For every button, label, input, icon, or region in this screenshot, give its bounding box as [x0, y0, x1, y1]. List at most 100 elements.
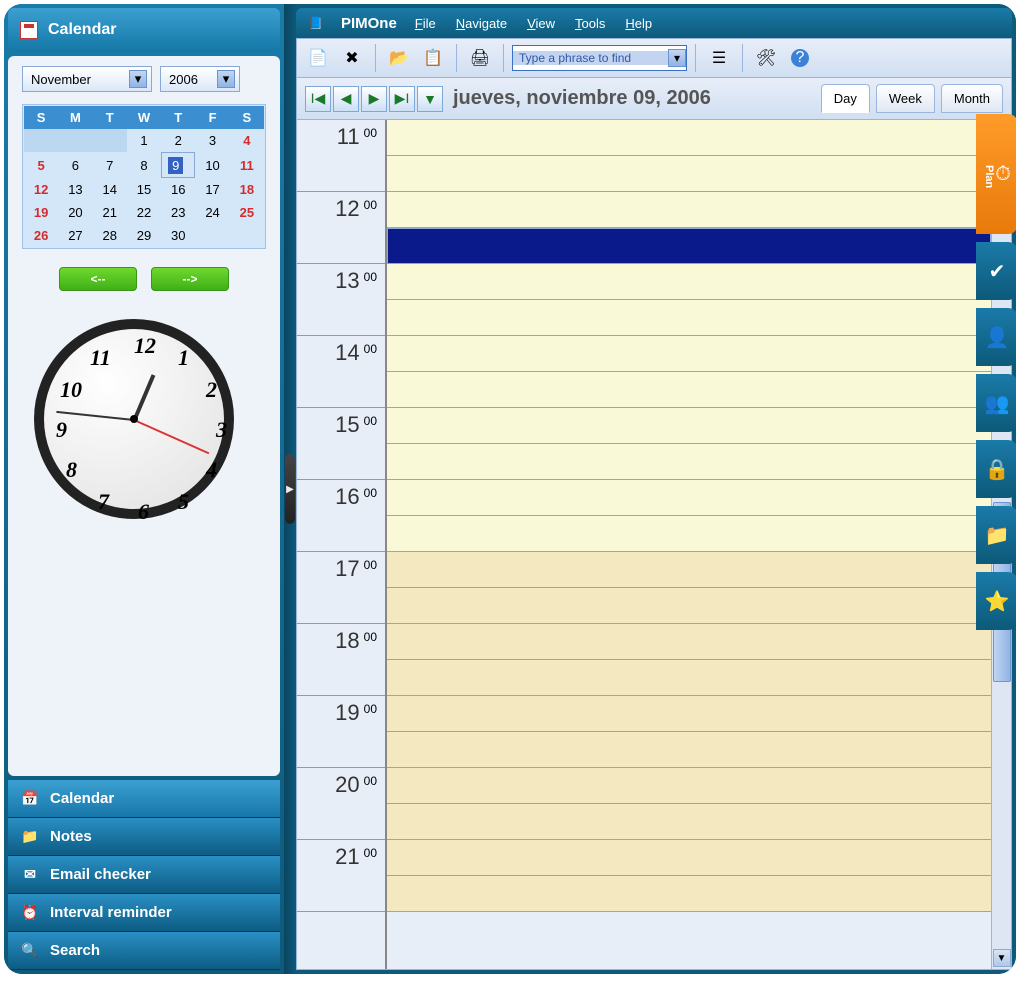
cal-day[interactable]: 21 [93, 201, 127, 224]
prev-button[interactable]: ◀ [333, 86, 359, 112]
cal-day[interactable]: 23 [161, 201, 195, 224]
time-slot[interactable] [387, 696, 991, 732]
cal-day[interactable]: 19 [24, 201, 58, 224]
time-slot[interactable] [387, 552, 991, 588]
cal-day[interactable]: 9 [161, 152, 195, 178]
side-tab-contacts[interactable]: 👤 [976, 308, 1016, 366]
sidebar-item-calendar[interactable]: 📅Calendar [8, 780, 280, 818]
print-button[interactable]: 🖨 [465, 43, 495, 73]
side-tab-plan[interactable]: ⏱Plan [976, 114, 1016, 234]
side-tab-favorites[interactable]: ⭐ [976, 572, 1016, 630]
sidebar-item-interval-reminder[interactable]: ⏰Interval reminder [8, 894, 280, 932]
cal-day[interactable]: 17 [195, 178, 229, 201]
time-slot[interactable] [387, 336, 991, 372]
time-slot[interactable] [387, 372, 991, 408]
chevron-down-icon[interactable]: ▾ [129, 70, 147, 88]
date-text: jueves, noviembre 09, 2006 [453, 87, 711, 110]
delete-button[interactable]: ✖ [337, 43, 367, 73]
cal-day[interactable]: 16 [161, 178, 195, 201]
tab-day[interactable]: Day [821, 84, 870, 113]
cal-day[interactable]: 7 [93, 152, 127, 178]
cal-day[interactable]: 3 [195, 129, 229, 152]
last-button[interactable]: ▶I [389, 86, 415, 112]
time-slot[interactable] [387, 156, 991, 192]
cal-day[interactable]: 18 [230, 178, 264, 201]
chevron-down-icon[interactable]: ▾ [217, 70, 235, 88]
cal-day[interactable]: 6 [58, 152, 92, 178]
time-slot[interactable] [387, 300, 991, 336]
splitter-handle[interactable]: ▶ [285, 454, 295, 524]
copy-button[interactable]: 📋 [418, 43, 448, 73]
time-slot[interactable] [387, 588, 991, 624]
side-tab-tasks[interactable]: ✔ [976, 242, 1016, 300]
time-label: 1500 [297, 408, 385, 480]
search-dropdown-button[interactable]: ▾ [668, 49, 686, 67]
time-label: 1900 [297, 696, 385, 768]
cal-day[interactable]: 13 [58, 178, 92, 201]
cal-day[interactable]: 8 [127, 152, 161, 178]
cal-day[interactable]: 11 [230, 152, 264, 178]
sidebar-item-notes[interactable]: 📁Notes [8, 818, 280, 856]
time-slot[interactable] [387, 444, 991, 480]
splitter[interactable]: ▶ [284, 4, 296, 974]
list-button[interactable]: ☰ [704, 43, 734, 73]
cal-day[interactable]: 4 [230, 129, 264, 152]
menu-navigate[interactable]: Navigate [456, 16, 507, 31]
cal-day[interactable]: 22 [127, 201, 161, 224]
filter-button[interactable]: ▼ [417, 86, 443, 112]
cal-day[interactable]: 25 [230, 201, 264, 224]
cal-day[interactable]: 5 [24, 152, 58, 178]
time-slot[interactable] [387, 120, 991, 156]
time-slot[interactable] [387, 732, 991, 768]
next-button[interactable]: ▶ [361, 86, 387, 112]
side-tab-secure[interactable]: 🔒 [976, 440, 1016, 498]
help-button[interactable]: ? [785, 43, 815, 73]
cal-day[interactable]: 12 [24, 178, 58, 201]
first-button[interactable]: I◀ [305, 86, 331, 112]
time-slot[interactable] [387, 264, 991, 300]
cal-day[interactable]: 27 [58, 224, 92, 247]
time-slot[interactable] [387, 228, 991, 264]
time-slot[interactable] [387, 660, 991, 696]
prev-month-button[interactable]: <-- [59, 267, 137, 291]
sidebar-item-search[interactable]: 🔍Search [8, 932, 280, 970]
menu-file[interactable]: File [415, 16, 436, 31]
new-doc-button[interactable]: 📄 [303, 43, 333, 73]
time-slot[interactable] [387, 408, 991, 444]
time-slot[interactable] [387, 192, 991, 228]
open-button[interactable]: 📂 [384, 43, 414, 73]
side-tab-folder[interactable]: 📁 [976, 506, 1016, 564]
cal-day[interactable]: 20 [58, 201, 92, 224]
time-slot[interactable] [387, 804, 991, 840]
menu-tools[interactable]: Tools [575, 16, 605, 31]
tab-month[interactable]: Month [941, 84, 1003, 113]
sidebar-item-email-checker[interactable]: ✉Email checker [8, 856, 280, 894]
tab-week[interactable]: Week [876, 84, 935, 113]
time-slot[interactable] [387, 876, 991, 912]
month-select[interactable]: November ▾ [22, 66, 152, 92]
next-month-button[interactable]: --> [151, 267, 229, 291]
time-slot[interactable] [387, 624, 991, 660]
cal-day[interactable]: 14 [93, 178, 127, 201]
cal-day[interactable]: 2 [161, 129, 195, 152]
cal-day[interactable]: 26 [24, 224, 58, 247]
side-tab-people[interactable]: 👥 [976, 374, 1016, 432]
menu-help[interactable]: Help [625, 16, 652, 31]
menu-view[interactable]: View [527, 16, 555, 31]
time-slot[interactable] [387, 480, 991, 516]
time-slot[interactable] [387, 840, 991, 876]
cal-day[interactable]: 24 [195, 201, 229, 224]
cal-day[interactable]: 28 [93, 224, 127, 247]
options-button[interactable]: 🛠 [751, 43, 781, 73]
cal-day[interactable]: 1 [127, 129, 161, 152]
cal-day[interactable]: 15 [127, 178, 161, 201]
search-input[interactable] [513, 51, 668, 65]
time-slot[interactable] [387, 516, 991, 552]
scroll-down-button[interactable]: ▼ [993, 949, 1011, 967]
year-select[interactable]: 2006 ▾ [160, 66, 240, 92]
cal-day[interactable]: 29 [127, 224, 161, 247]
cal-day[interactable]: 10 [195, 152, 229, 178]
cal-day[interactable]: 30 [161, 224, 195, 247]
time-slot[interactable] [387, 768, 991, 804]
event-column[interactable] [387, 120, 991, 969]
